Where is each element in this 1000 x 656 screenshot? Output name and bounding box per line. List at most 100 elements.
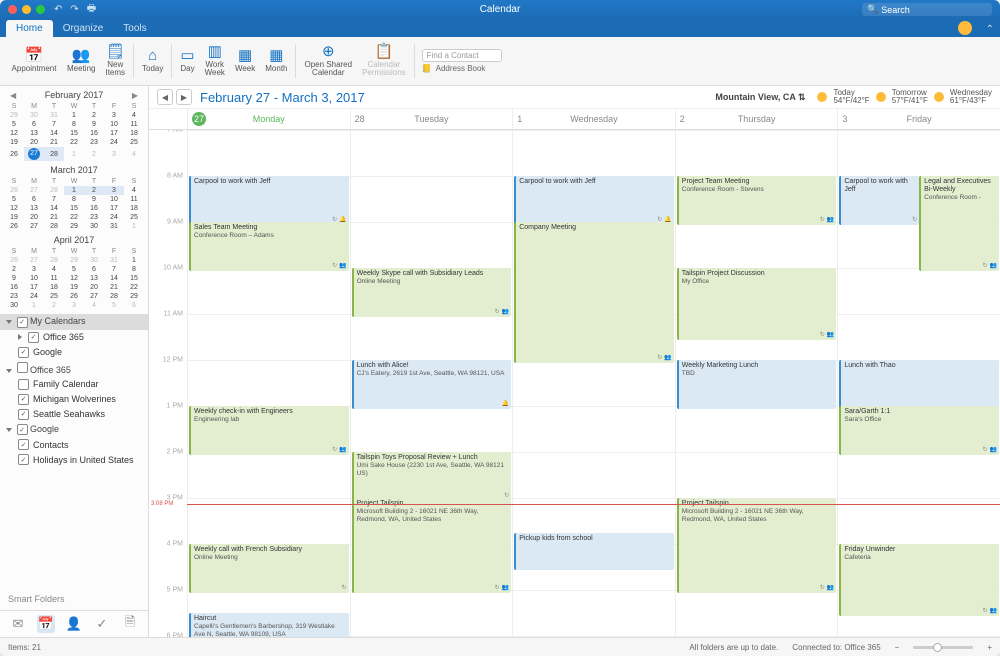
redo-icon[interactable]: ↷ bbox=[70, 4, 78, 15]
location-picker[interactable]: Mountain View, CA⇅ bbox=[715, 92, 805, 103]
calendar-event[interactable]: Carpool to work with Jeff↻🔔 bbox=[514, 176, 674, 225]
checkbox-icon[interactable] bbox=[18, 394, 29, 405]
day-column[interactable]: Carpool to work with Jeff↻🔔Sales Team Me… bbox=[187, 130, 350, 637]
calendar-group[interactable]: My Calendars bbox=[0, 314, 148, 330]
calendar-event[interactable]: Weekly check-in with EngineersEngineerin… bbox=[189, 406, 349, 455]
calendar-item[interactable]: Seattle Seahawks bbox=[0, 407, 148, 422]
checkbox-icon[interactable] bbox=[18, 454, 29, 465]
calendar-event[interactable]: Lunch with Alice!CJ's Eatery, 2619 1st A… bbox=[352, 360, 512, 409]
calendar-event[interactable]: Tailspin Project DiscussionMy Office↻👥 bbox=[677, 268, 837, 340]
address-book-button[interactable]: 📒Address Book bbox=[422, 64, 486, 73]
day-column[interactable]: Carpool to work with Jeff↻🔔Company Meeti… bbox=[512, 130, 675, 637]
calendar-item[interactable]: Family Calendar bbox=[0, 377, 148, 392]
mini-month-title: April 2017 bbox=[54, 235, 95, 245]
tab-home[interactable]: Home bbox=[6, 20, 53, 37]
checkbox-icon[interactable] bbox=[18, 439, 29, 450]
calendar-group[interactable]: Google bbox=[0, 422, 148, 438]
tab-tools[interactable]: Tools bbox=[113, 20, 156, 37]
calendar-event[interactable]: Weekly call with French SubsidiaryOnline… bbox=[189, 544, 349, 593]
month-view-button[interactable]: ▦Month bbox=[260, 41, 292, 81]
day-column[interactable]: Carpool to work with Jeff↻Legal and Exec… bbox=[837, 130, 1000, 637]
print-icon[interactable]: 🖶 bbox=[87, 1, 96, 18]
close-icon[interactable] bbox=[8, 5, 17, 14]
calendar-group[interactable]: Office 365 bbox=[0, 360, 148, 377]
day-header[interactable]: 1Wednesday bbox=[512, 109, 675, 129]
calendar-event[interactable]: Weekly Skype call with Subsidiary LeadsO… bbox=[352, 268, 512, 317]
undo-icon[interactable]: ↶ bbox=[54, 4, 62, 15]
meeting-button[interactable]: 👥Meeting bbox=[62, 41, 100, 81]
avatar[interactable] bbox=[958, 21, 972, 35]
calendar-event[interactable]: Carpool to work with Jeff↻ bbox=[839, 176, 919, 225]
connection-status: Connected to: Office 365 bbox=[792, 643, 880, 652]
event-indicator-icon: 👥 bbox=[827, 585, 834, 592]
day-header[interactable]: 3Friday bbox=[837, 109, 1000, 129]
people-icon[interactable]: 👤 bbox=[65, 615, 83, 633]
calendar-event[interactable]: Lunch with Thao bbox=[839, 360, 999, 409]
week-view-button[interactable]: ▦Week bbox=[230, 41, 260, 81]
calendar-item[interactable]: Contacts bbox=[0, 437, 148, 452]
prev-button[interactable]: ◀ bbox=[157, 89, 173, 105]
hour-label: 7 AM bbox=[167, 130, 183, 134]
sun-icon bbox=[934, 92, 944, 102]
tab-organize[interactable]: Organize bbox=[53, 20, 114, 37]
chevron-up-icon[interactable]: ⌃ bbox=[986, 24, 994, 35]
mini-calendar[interactable]: March 2017SMTWTFS26272812345678910111213… bbox=[0, 161, 148, 231]
tasks-icon[interactable]: ✓ bbox=[93, 615, 111, 633]
calendar-grid[interactable]: 7 AM8 AM9 AM10 AM11 AM12 PM1 PM2 PM3 PM4… bbox=[149, 130, 1000, 637]
day-column[interactable]: Weekly Skype call with Subsidiary LeadsO… bbox=[350, 130, 513, 637]
day-header[interactable]: 2Thursday bbox=[675, 109, 838, 129]
prev-month-icon[interactable]: ◀ bbox=[10, 91, 16, 100]
notes-icon[interactable]: 🗎 bbox=[121, 615, 139, 633]
calendar-icon[interactable]: 📅 bbox=[37, 615, 55, 633]
calendar-event[interactable]: Weekly Marketing LunchTBD bbox=[677, 360, 837, 409]
calendar-event[interactable]: Project TailspinMicrosoft Building 2 - 1… bbox=[352, 498, 512, 593]
checkbox-icon[interactable] bbox=[28, 332, 39, 343]
mini-calendar[interactable]: April 2017SMTWTFS26272829303112345678910… bbox=[0, 231, 148, 310]
checkbox-icon[interactable] bbox=[17, 424, 28, 435]
day-header[interactable]: 27Monday bbox=[187, 109, 350, 129]
event-indicator-icon: 👥 bbox=[339, 263, 346, 270]
event-indicator-icon: 👥 bbox=[502, 309, 509, 316]
calendar-item[interactable]: Holidays in United States bbox=[0, 452, 148, 467]
calendar-item[interactable]: Michigan Wolverines bbox=[0, 392, 148, 407]
checkbox-icon[interactable] bbox=[18, 379, 29, 390]
next-button[interactable]: ▶ bbox=[176, 89, 192, 105]
calendar-event[interactable]: Sara/Garth 1:1Sara's Office↻👥 bbox=[839, 406, 999, 455]
smart-folders[interactable]: Smart Folders bbox=[0, 588, 148, 610]
calendar-event[interactable]: HaircutCapelli's Gentlemen's Barbershop,… bbox=[189, 613, 349, 637]
day-view-button[interactable]: ▭Day bbox=[175, 41, 199, 81]
calendar-event[interactable]: Tailspin Toys Proposal Review + LunchUmi… bbox=[352, 452, 512, 501]
today-button[interactable]: ⌂Today bbox=[137, 41, 168, 81]
calendar-event[interactable]: Carpool to work with Jeff↻🔔 bbox=[189, 176, 349, 225]
checkbox-icon[interactable] bbox=[17, 317, 28, 328]
checkbox-icon[interactable] bbox=[18, 347, 29, 358]
zoom-slider[interactable] bbox=[913, 646, 973, 649]
day-header[interactable]: 28Tuesday bbox=[350, 109, 513, 129]
calendar-event[interactable]: Friday UnwinderCafeteria↻👥 bbox=[839, 544, 999, 616]
calendar-event[interactable]: Project TailspinMicrosoft Building 2 - 1… bbox=[677, 498, 837, 593]
next-month-icon[interactable]: ▶ bbox=[132, 91, 138, 100]
open-shared-button[interactable]: ⊕Open Shared Calendar bbox=[299, 41, 357, 81]
checkbox-icon[interactable] bbox=[17, 362, 28, 373]
workweek-view-button[interactable]: ▥Work Week bbox=[200, 41, 230, 81]
checkbox-icon[interactable] bbox=[18, 409, 29, 420]
zoom-in-icon[interactable]: + bbox=[987, 643, 992, 652]
calendar-event[interactable]: Project Team MeetingConference Room - St… bbox=[677, 176, 837, 225]
new-items-button[interactable]: 🗒New Items bbox=[100, 41, 130, 81]
zoom-icon[interactable] bbox=[36, 5, 45, 14]
minimize-icon[interactable] bbox=[22, 5, 31, 14]
calendar-item[interactable]: Google bbox=[0, 345, 148, 360]
calendar-item[interactable]: Office 365 bbox=[0, 330, 148, 345]
search-input[interactable]: 🔍Search bbox=[862, 3, 992, 16]
day-column[interactable]: Project Team MeetingConference Room - St… bbox=[675, 130, 838, 637]
calendar-event[interactable]: Pickup kids from school bbox=[514, 533, 674, 571]
calendar-event[interactable]: Sales Team MeetingConference Room – Adam… bbox=[189, 222, 349, 271]
find-contact-input[interactable]: Find a Contact bbox=[422, 49, 502, 62]
mini-calendar[interactable]: ◀February 2017▶SMTWTFS293031123456789101… bbox=[0, 86, 148, 161]
mail-icon[interactable]: ✉ bbox=[9, 615, 27, 633]
calendar-event[interactable]: Company Meeting↻👥 bbox=[514, 222, 674, 363]
calendar-event[interactable]: Legal and Executives Bi-WeeklyConference… bbox=[919, 176, 999, 271]
zoom-out-icon[interactable]: − bbox=[895, 643, 900, 652]
book-icon: 📒 bbox=[422, 64, 432, 73]
appointment-button[interactable]: 📅Appointment bbox=[6, 41, 62, 81]
